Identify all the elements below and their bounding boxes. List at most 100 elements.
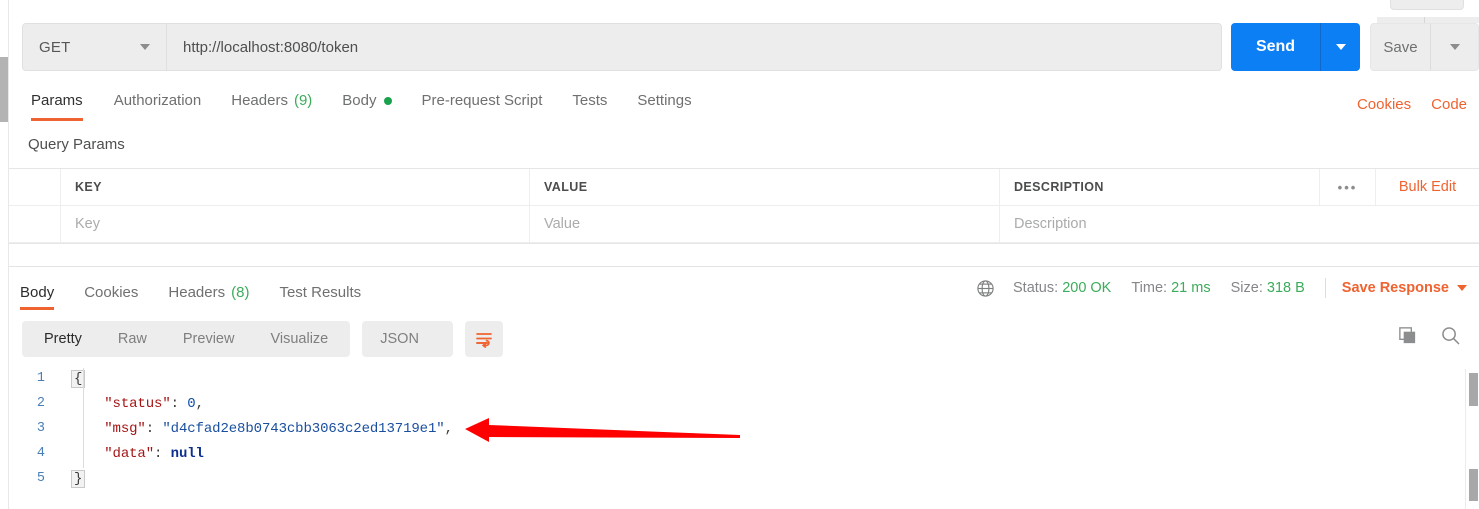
request-url-value: http://localhost:8080/token	[183, 38, 359, 56]
response-tab-test-results[interactable]: Test Results	[279, 284, 361, 301]
code-line: 4 "data": null	[9, 441, 1479, 466]
tab-label: Body	[20, 283, 55, 301]
save-response-label: Save Response	[1341, 280, 1449, 296]
request-tab-authorization[interactable]: Authorization	[114, 88, 202, 109]
description-tools: ••• Bulk Edit	[1319, 169, 1479, 205]
divider	[1324, 278, 1326, 298]
save-button[interactable]: Save	[1371, 24, 1431, 70]
tab-label: Body	[342, 92, 377, 109]
code-line-content: "msg": "d4cfad2e8b0743cbb3063c2ed13719e1…	[104, 420, 453, 437]
code-line: 2 "status": 0,	[9, 391, 1479, 416]
body-view-preview[interactable]: Preview	[165, 321, 253, 357]
request-tab-settings[interactable]: Settings	[637, 88, 691, 109]
save-response-button[interactable]: Save Response	[1342, 280, 1467, 296]
response-tab-headers[interactable]: Headers (8)	[168, 284, 249, 301]
param-value-input[interactable]: Value	[530, 206, 1000, 242]
top-cutoff-button[interactable]	[1390, 0, 1464, 10]
column-header-description-label: DESCRIPTION	[1014, 180, 1104, 194]
tab-count-badge: (8)	[231, 283, 250, 301]
left-scrollbar[interactable]	[0, 0, 9, 509]
globe-icon[interactable]	[976, 279, 995, 298]
tab-label: Pre-request Script	[421, 92, 543, 109]
line-number: 1	[36, 371, 45, 386]
header-link-cookies[interactable]: Cookies	[1357, 96, 1411, 113]
request-tab-pre-request-script[interactable]: Pre-request Script	[422, 88, 543, 109]
indent-guide	[83, 368, 84, 468]
header-link-code[interactable]: Code	[1431, 96, 1467, 113]
active-tab-indicator	[20, 306, 55, 310]
body-view-pretty[interactable]: Pretty	[26, 321, 100, 357]
chevron-down-icon	[1449, 44, 1460, 50]
code-line: 5}	[9, 466, 1479, 491]
http-method-label: GET	[39, 38, 71, 56]
tab-label: Cookies	[84, 283, 139, 301]
postman-window: GET http://localhost:8080/token Send Sav…	[0, 0, 1479, 509]
send-button-group: Send	[1231, 23, 1360, 71]
word-wrap-button[interactable]	[464, 321, 503, 357]
response-time: Time: 21 ms	[1131, 280, 1210, 296]
body-format-select[interactable]: JSON	[362, 321, 453, 357]
size-value: 318 B	[1266, 280, 1305, 296]
response-tabs: Body Cookies Headers (8) Test Results	[20, 277, 361, 310]
table-header-row: KEY VALUE DESCRIPTION ••• Bulk Edit	[9, 169, 1479, 206]
left-scrollbar-thumb[interactable]	[0, 57, 8, 122]
query-params-title: Query Params	[28, 136, 125, 153]
request-url-bar: GET http://localhost:8080/token	[22, 23, 1222, 71]
tab-label: Settings	[637, 92, 692, 109]
request-tab-params[interactable]: Params	[31, 88, 83, 121]
copy-icon[interactable]	[1397, 325, 1418, 351]
size-label: Size:	[1230, 280, 1263, 296]
code-line-content: }	[57, 469, 86, 488]
column-header-description: DESCRIPTION ••• Bulk Edit	[1000, 169, 1479, 205]
code-line: 1{	[9, 366, 1479, 391]
response-tab-body[interactable]: Body	[20, 283, 55, 310]
response-tab-cookies[interactable]: Cookies	[84, 284, 138, 301]
tab-count-badge: (9)	[293, 92, 313, 109]
code-tools	[1397, 325, 1461, 351]
code-scrollbar-thumb-bottom[interactable]	[1469, 469, 1478, 501]
request-url-input[interactable]: http://localhost:8080/token	[167, 24, 1221, 70]
time-value: 21 ms	[1171, 280, 1211, 296]
query-params-table: KEY VALUE DESCRIPTION ••• Bulk Edit Key …	[9, 168, 1479, 244]
tab-label: Test Results	[279, 283, 362, 301]
header-links: Cookies Code	[1357, 96, 1467, 113]
request-tab-tests[interactable]: Tests	[572, 88, 607, 109]
status-label: Status:	[1013, 280, 1059, 296]
code-line-content: "status": 0,	[104, 395, 204, 412]
send-options-button[interactable]	[1321, 23, 1360, 71]
save-options-button[interactable]	[1431, 24, 1478, 70]
request-tabs: Params Authorization Headers (9) Body Pre-req…	[9, 88, 1479, 126]
send-button[interactable]: Send	[1231, 23, 1321, 71]
request-tab-body[interactable]: Body	[342, 88, 392, 109]
body-view-raw[interactable]: Raw	[100, 321, 165, 357]
row-checkbox-cell[interactable]	[9, 206, 61, 242]
chevron-down-icon	[1457, 285, 1467, 291]
response-body-toolbar: Pretty Raw Preview Visualize JSON	[22, 321, 503, 357]
code-line: 3 "msg": "d4cfad2e8b0743cbb3063c2ed13719…	[9, 416, 1479, 441]
table-row: Key Value Description	[9, 206, 1479, 243]
tab-label: Tests	[572, 92, 608, 109]
response-size: Size: 318 B	[1231, 280, 1305, 296]
save-button-group: Save	[1370, 23, 1479, 71]
code-scrollbar-thumb-top[interactable]	[1469, 373, 1478, 406]
column-header-value: VALUE	[530, 169, 1000, 205]
search-icon[interactable]	[1440, 325, 1461, 351]
code-scrollbar[interactable]	[1465, 369, 1479, 509]
row-checkbox-cell[interactable]	[9, 169, 61, 205]
response-divider	[9, 266, 1479, 267]
param-key-input[interactable]: Key	[61, 206, 530, 242]
line-number: 3	[36, 421, 45, 436]
tab-label: Headers	[168, 283, 226, 301]
chevron-down-icon	[1335, 44, 1346, 50]
more-options-icon[interactable]: •••	[1319, 169, 1375, 205]
code-line-content: {	[57, 369, 86, 388]
response-body-code[interactable]: 1{2 "status": 0, 3 "msg": "d4cfad2e8b0743…	[9, 366, 1479, 509]
request-tab-headers[interactable]: Headers (9)	[231, 88, 312, 109]
param-description-input[interactable]: Description	[1000, 206, 1479, 242]
status-code: Status: 200 OK	[1013, 280, 1111, 296]
body-view-visualize[interactable]: Visualize	[252, 321, 346, 357]
body-format-label: JSON	[380, 331, 419, 347]
http-method-select[interactable]: GET	[23, 24, 167, 70]
bulk-edit-button[interactable]: Bulk Edit	[1375, 169, 1479, 205]
line-number: 4	[36, 446, 45, 461]
